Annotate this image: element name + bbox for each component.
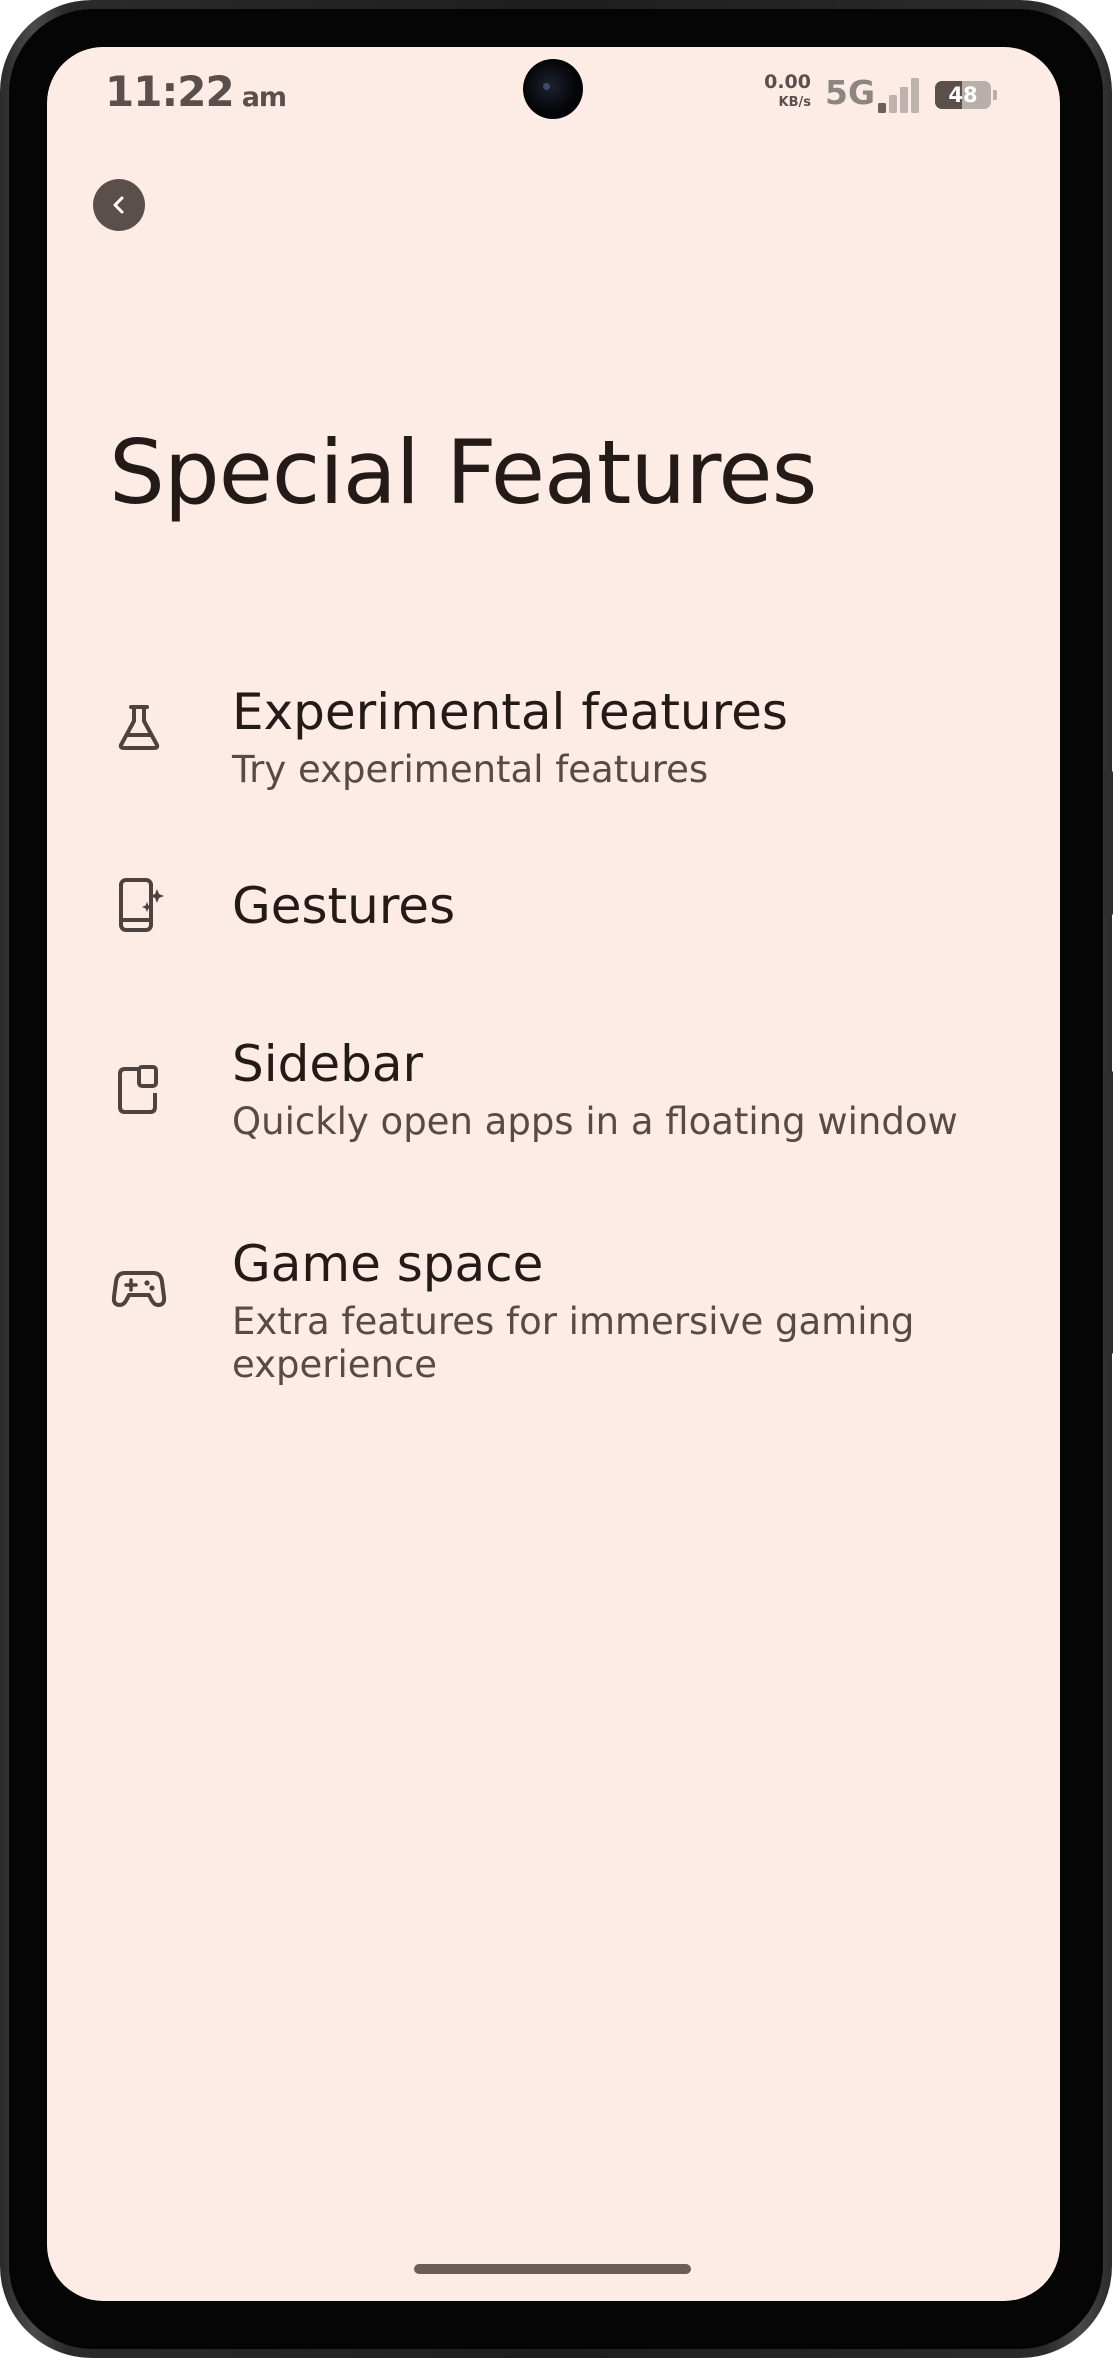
status-time-ampm: am [241, 82, 287, 113]
item-subtitle: Extra features for immersive gaming expe… [232, 1300, 915, 1386]
page-title: Special Features [109, 421, 817, 524]
network-speed-value: 0.00 [764, 71, 811, 93]
item-title: Experimental features [232, 683, 788, 741]
volume-button [1104, 770, 1113, 916]
back-button[interactable] [93, 179, 145, 231]
gamepad-icon [111, 1271, 167, 1307]
list-item-sidebar[interactable]: Sidebar Quickly open apps in a floating … [47, 997, 1060, 1167]
network-speed-unit: KB/s [778, 95, 811, 110]
item-subtitle: Try experimental features [232, 748, 709, 791]
item-subtitle: Quickly open apps in a floating window [232, 1100, 958, 1143]
item-title: Game space [232, 1235, 544, 1293]
list-item-experimental-features[interactable]: Experimental features Try experimental f… [47, 647, 1060, 807]
signal-icon [878, 78, 919, 113]
front-camera [523, 59, 583, 119]
power-button [1104, 1070, 1113, 1355]
network-type: 5G [825, 73, 876, 112]
status-time: 11:22 am [105, 67, 287, 116]
phone-frame: 11:22 am 0.00 KB/s 5G 48 Special Features [0, 0, 1113, 2358]
list-item-gestures[interactable]: Gestures [47, 837, 1060, 977]
list-item-game-space[interactable]: Game space Extra features for immersive … [47, 1197, 1060, 1407]
chevron-left-icon [113, 196, 124, 214]
item-title: Gestures [232, 877, 456, 935]
status-time-value: 11:22 [105, 67, 235, 116]
phone-sparkle-icon [119, 878, 164, 932]
network-speed: 0.00 KB/s [759, 71, 811, 110]
screen: 11:22 am 0.00 KB/s 5G 48 Special Features [47, 47, 1060, 2301]
sidebar-window-icon [118, 1065, 158, 1114]
home-indicator[interactable] [414, 2264, 691, 2274]
item-title: Sidebar [232, 1035, 424, 1093]
flask-icon [118, 705, 160, 750]
battery-indicator: 48 [935, 81, 997, 109]
